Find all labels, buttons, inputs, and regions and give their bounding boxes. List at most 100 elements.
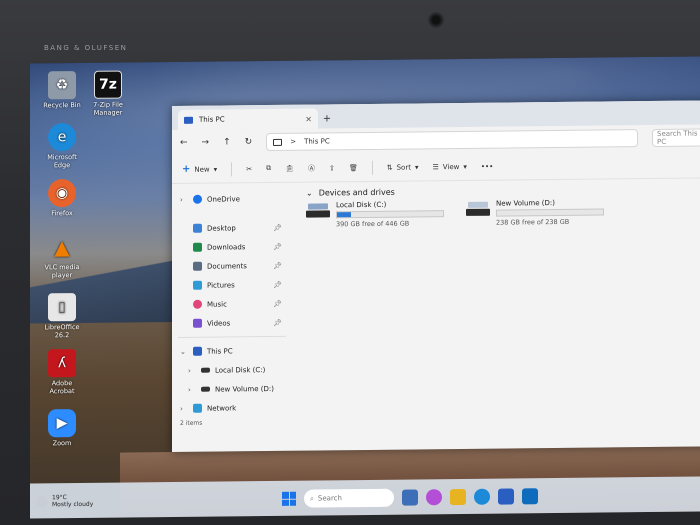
search-icon: ⌕ — [310, 494, 314, 503]
file-explorer-icon[interactable] — [450, 488, 466, 506]
drive-tile-d[interactable]: New Volume (D:) 238 GB free of 238 GB — [466, 198, 604, 227]
back-button[interactable]: ← — [180, 138, 188, 148]
pin-icon[interactable]: 📌︎ — [273, 299, 282, 307]
sort-button[interactable]: ⇅ Sort ▾ — [387, 163, 419, 171]
more-options-button[interactable]: ••• — [481, 162, 493, 170]
pin-icon[interactable]: 📌︎ — [273, 280, 282, 288]
section-header[interactable]: ⌄ Devices and drives — [306, 185, 698, 198]
desktop-icon-zoom[interactable]: ▶ Zoom — [40, 409, 84, 447]
edge-icon[interactable] — [474, 488, 490, 505]
desktop-icon-recycle-bin[interactable]: ♻ Recycle Bin — [40, 71, 84, 109]
drive-icon — [466, 200, 490, 222]
chevron-down-icon: ⌄ — [306, 188, 313, 198]
chevron-right-icon: › — [188, 366, 191, 375]
copy-button[interactable]: ⧉ — [266, 164, 271, 173]
desktop-icon-firefox[interactable]: ◉ Firefox — [40, 179, 84, 217]
address-bar[interactable]: > This PC — [266, 129, 638, 152]
drive-tile-c[interactable]: Local Disk (C:) 390 GB free of 446 GB — [306, 200, 444, 228]
pin-icon[interactable]: 📌︎ — [273, 318, 282, 326]
pictures-icon — [193, 280, 202, 290]
desktop-icon-label: Zoom — [52, 439, 72, 448]
pin-icon[interactable]: 📌︎ — [273, 261, 282, 269]
drive-icon — [201, 367, 210, 373]
desktop-icon-label: Microsoft Edge — [47, 153, 77, 170]
new-tab-button[interactable]: + — [318, 108, 336, 128]
delete-button[interactable]: 🗑︎ — [349, 164, 358, 172]
tab-this-pc[interactable]: This PC × — [178, 108, 318, 130]
brand-label: BANG & OLUFSEN — [44, 44, 128, 52]
divider — [231, 161, 233, 176]
sidebar-item-label: OneDrive — [207, 194, 240, 204]
sidebar-item-videos[interactable]: Videos 📌︎ — [172, 313, 292, 333]
sidebar-item-new-volume-d[interactable]: › New Volume (D:) — [172, 379, 292, 399]
plus-icon: + — [182, 163, 191, 175]
desktop-icon — [193, 223, 202, 233]
divider — [178, 335, 286, 338]
desktop-icon-label: 7-Zip File Manager — [93, 100, 123, 117]
desktop-icon-label: Recycle Bin — [43, 100, 81, 110]
drive-name: Local Disk (C:) — [336, 200, 387, 210]
new-label: New — [194, 165, 210, 174]
desktop-icon-acrobat[interactable]: ʎ Adobe Acrobat — [40, 349, 84, 395]
pin-icon[interactable]: 📌︎ — [273, 242, 282, 250]
copilot-icon[interactable] — [426, 489, 442, 506]
taskbar-search[interactable]: ⌕ Search — [304, 488, 394, 508]
weather-cloud-icon — [36, 495, 48, 508]
sidebar-item-local-disk-c[interactable]: › Local Disk (C:) — [172, 360, 292, 380]
desktop-icon-edge[interactable]: e Microsoft Edge — [40, 123, 84, 169]
up-button[interactable]: ↑ — [223, 137, 231, 147]
store-icon[interactable] — [498, 488, 514, 505]
pin-icon[interactable]: 📌︎ — [273, 223, 282, 231]
desktop-icon-7zip[interactable]: 7z 7-Zip File Manager — [86, 70, 130, 117]
sidebar-item-label: Local Disk (C:) — [215, 365, 266, 375]
close-tab-icon[interactable]: × — [305, 114, 312, 123]
view-icon: ☰ — [432, 162, 439, 171]
sidebar-item-label: Network — [207, 403, 237, 413]
sidebar-item-label: This PC — [207, 346, 233, 356]
chevron-down-icon: ⌄ — [180, 347, 186, 356]
search-input[interactable]: Search This PC — [652, 128, 700, 147]
sidebar-item-downloads[interactable]: Downloads 📌︎ — [172, 237, 292, 257]
share-button[interactable]: ⇪ — [329, 164, 335, 172]
desktop-icon-label: Adobe Acrobat — [49, 379, 75, 396]
breadcrumb[interactable]: This PC — [304, 137, 330, 145]
desktop-icon-libreoffice[interactable]: ▯ LibreOffice 26.2 — [40, 293, 84, 339]
drive-usage-fill — [337, 212, 351, 218]
outlook-icon[interactable] — [522, 488, 538, 505]
widgets-icon[interactable] — [402, 489, 418, 506]
paste-button[interactable]: 📋︎ — [285, 164, 294, 172]
refresh-button[interactable]: ↻ — [245, 137, 253, 147]
sidebar-item-label: Videos — [207, 318, 231, 328]
drive-info: New Volume (D:) 238 GB free of 238 GB — [496, 198, 604, 227]
desktop-icon-label: Firefox — [51, 209, 73, 218]
7zip-icon: 7z — [94, 70, 122, 99]
view-button[interactable]: ☰ View ▾ — [432, 162, 466, 170]
desktop-icon-label: LibreOffice 26.2 — [44, 322, 80, 340]
taskbar: 19°C Mostly cloudy ⌕ Search — [30, 476, 700, 519]
divider — [371, 160, 373, 175]
start-button[interactable] — [282, 491, 296, 506]
breadcrumb-chevron: > — [290, 137, 297, 146]
drive-free-space: 238 GB free of 238 GB — [496, 217, 570, 227]
new-button[interactable]: + New ▾ — [182, 164, 217, 175]
navigation-pane: › OneDrive Desktop 📌︎ Downloads 📌︎ Docum… — [172, 183, 292, 420]
cut-button[interactable]: ✂ — [246, 165, 252, 173]
sidebar-item-this-pc[interactable]: ⌄ This PC — [172, 341, 292, 361]
cloud-icon — [193, 194, 202, 204]
firefox-icon: ◉ — [48, 179, 76, 208]
sidebar-item-network[interactable]: › Network — [172, 398, 292, 418]
rename-button[interactable]: Ⓐ — [308, 163, 315, 173]
sidebar-item-pictures[interactable]: Pictures 📌︎ — [172, 275, 292, 295]
desktop-icon-vlc[interactable]: ▲ VLC media player — [40, 233, 84, 279]
sidebar-item-desktop[interactable]: Desktop 📌︎ — [172, 218, 292, 238]
forward-button[interactable]: → — [202, 138, 210, 148]
sidebar-item-onedrive[interactable]: › OneDrive — [172, 189, 292, 209]
monitor-icon — [273, 138, 283, 146]
sidebar-item-documents[interactable]: Documents 📌︎ — [172, 256, 292, 276]
drive-usage-bar — [336, 210, 444, 219]
computer-icon — [184, 116, 193, 124]
sidebar-item-music[interactable]: Music 📌︎ — [172, 294, 292, 314]
weather-widget[interactable]: 19°C Mostly cloudy — [30, 493, 150, 508]
sidebar-item-label: Desktop — [207, 223, 236, 233]
chevron-down-icon: ▾ — [414, 162, 419, 171]
